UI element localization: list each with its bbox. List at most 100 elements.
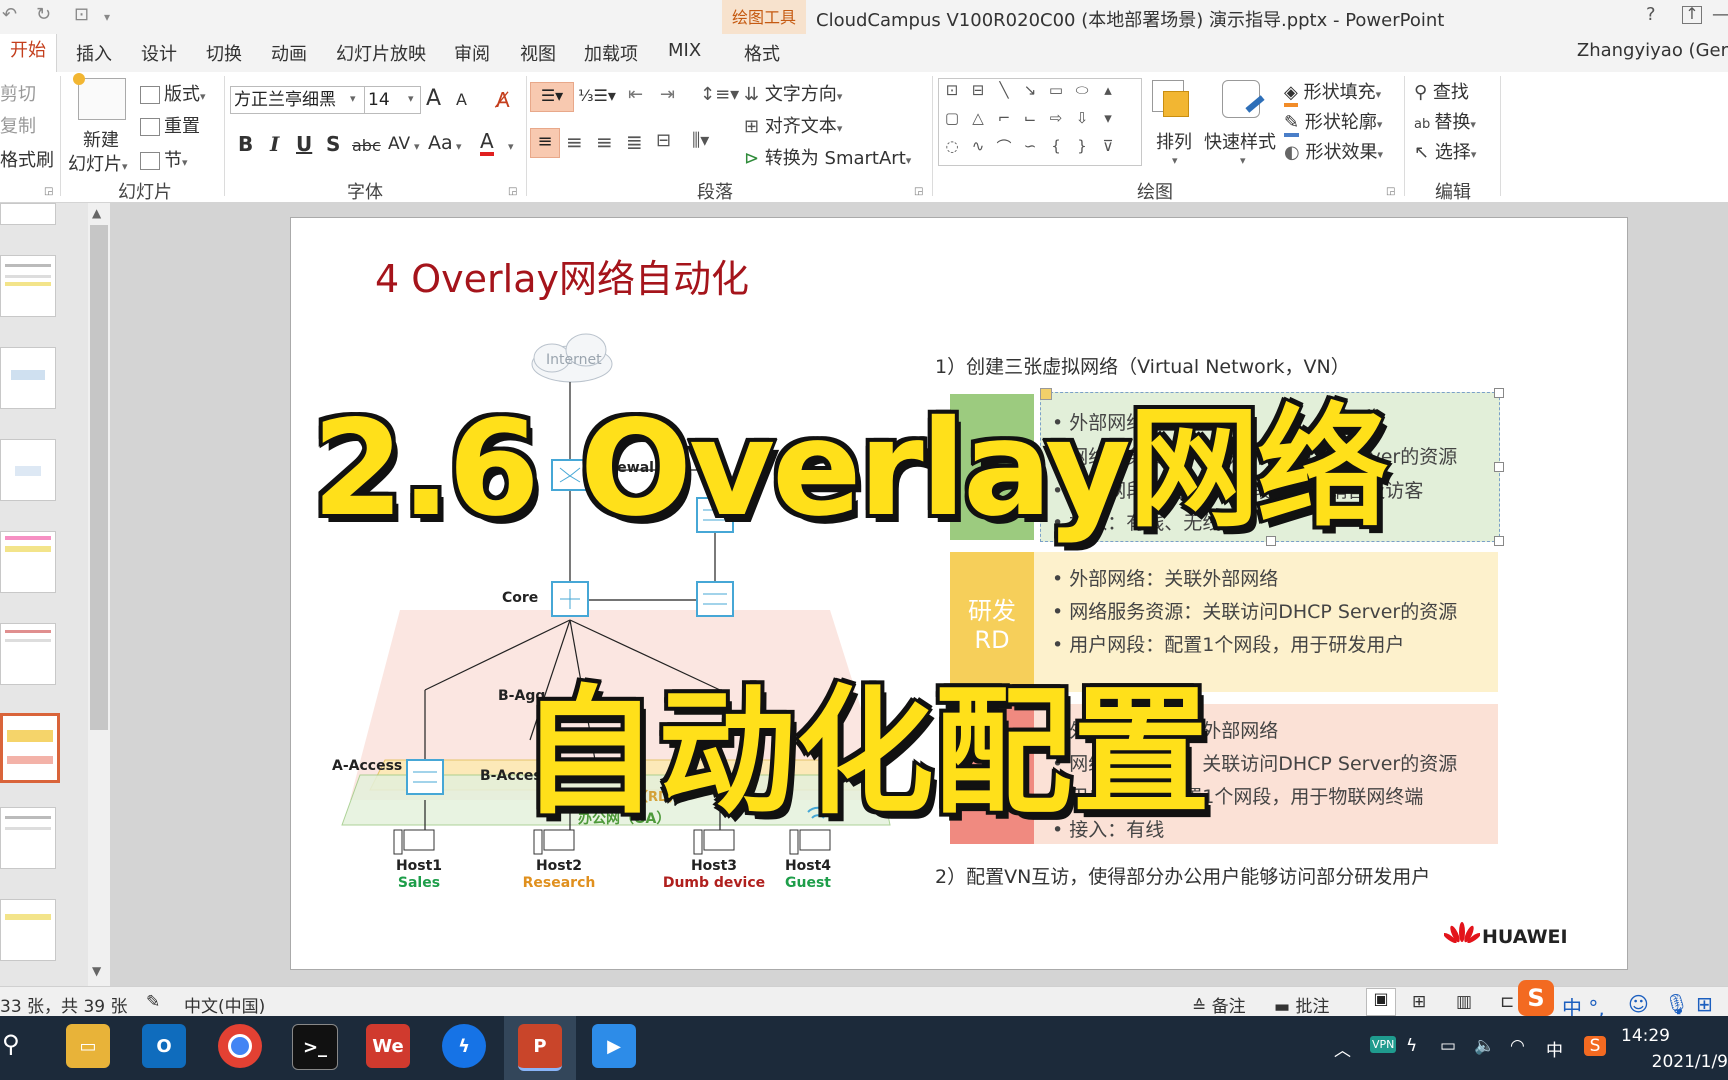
tab-home[interactable]: 开始 [0, 34, 57, 72]
selection-handle[interactable] [1494, 536, 1504, 546]
shrink-font-button[interactable]: A [456, 90, 467, 109]
slide-thumbnail[interactable] [0, 623, 56, 685]
tab-design[interactable]: 设计 [141, 40, 177, 66]
ime-tray-indicator[interactable]: 中 [1546, 1036, 1563, 1061]
emoji-icon[interactable]: ☺ [1628, 992, 1649, 1016]
selection-handle[interactable] [1494, 388, 1504, 398]
rectangle-shape-icon[interactable]: ▭ [1045, 79, 1067, 101]
user-account[interactable]: Zhangyiyao (Ger [1577, 40, 1728, 61]
clipboard-launcher-icon[interactable]: ◲ [44, 186, 53, 197]
slide-title[interactable]: 4 Overlay网络自动化 [375, 248, 749, 303]
ime-toolbox-icon[interactable]: ⊞ [1696, 992, 1713, 1016]
microphone-icon[interactable]: 🎙 [1664, 992, 1689, 1016]
quick-styles-icon[interactable] [1222, 80, 1265, 118]
columns-icon[interactable]: ⫼▾ [692, 130, 709, 151]
language-indicator[interactable]: 中文(中国) [184, 992, 265, 1017]
numbering-button[interactable]: ⅓☰▾ [578, 86, 616, 105]
align-right-icon[interactable]: ≡ [596, 130, 613, 154]
video-player-icon[interactable]: ▶ [592, 1024, 636, 1068]
shape-outline-button[interactable]: ✎ 形状轮廓▾ [1284, 108, 1382, 137]
clear-formatting-icon[interactable]: A̸ [496, 88, 510, 112]
dropdown-arrow-icon[interactable]: ▾ [1172, 154, 1178, 167]
tab-addins[interactable]: 加载项 [584, 40, 638, 66]
underline-button[interactable]: U [296, 132, 312, 156]
rounded-rect-shape-icon[interactable]: ▢ [941, 107, 963, 129]
down-arrow-shape-icon[interactable]: ⇩ [1071, 107, 1093, 129]
align-text-button[interactable]: ⊞ 对齐文本▾ [744, 112, 842, 138]
minimize-icon[interactable]: — [1712, 4, 1728, 25]
right-brace-shape-icon[interactable]: } [1071, 135, 1093, 157]
tab-slideshow[interactable]: 幻灯片放映 [336, 40, 426, 66]
dropdown-arrow-icon[interactable]: ▾ [1240, 154, 1246, 167]
thunder-tray-icon[interactable]: ϟ [1406, 1036, 1417, 1056]
increase-indent-icon[interactable]: ⇥ [660, 84, 675, 105]
grow-font-button[interactable]: A [426, 86, 441, 111]
scroll-up-icon[interactable]: ▲ [92, 206, 101, 220]
font-name-combobox[interactable]: 方正兰亭细黑 [230, 86, 367, 114]
copy-button[interactable]: 复制 [0, 112, 36, 138]
slide-thumbnail[interactable] [0, 439, 56, 501]
tab-insert[interactable]: 插入 [76, 40, 112, 66]
powerpoint-icon[interactable]: P [518, 1024, 562, 1071]
character-spacing-button[interactable]: AV [388, 134, 410, 154]
arrange-button[interactable]: 排列 [1156, 128, 1192, 154]
arc-shape-icon[interactable]: ⌒ [993, 135, 1015, 157]
scroll-down-icon[interactable]: ▼ [92, 964, 101, 978]
font-launcher-icon[interactable]: ◲ [508, 186, 517, 197]
redo-icon[interactable]: ↻ [36, 4, 51, 25]
new-slide-label[interactable]: 新建 [83, 126, 119, 152]
font-color-button[interactable]: A [480, 130, 494, 156]
format-painter-button[interactable]: 格式刷 [0, 146, 54, 172]
vpn-icon[interactable]: VPN [1370, 1036, 1397, 1053]
find-button[interactable]: ⚲ 查找 [1414, 78, 1469, 104]
tab-review[interactable]: 审阅 [454, 40, 490, 66]
volume-icon[interactable]: 🔈 [1474, 1036, 1495, 1056]
reset-button[interactable]: 重置 [140, 112, 200, 138]
scribble-shape-icon[interactable]: ∿ [967, 135, 989, 157]
cut-button[interactable]: 剪切 [0, 80, 36, 106]
slide-thumbnail[interactable] [0, 531, 56, 593]
wps-icon[interactable]: We [366, 1024, 410, 1068]
bullets-button[interactable]: ☰▾ [530, 82, 574, 112]
strikethrough-button[interactable]: abc [352, 136, 381, 155]
arrange-icon[interactable] [1152, 80, 1189, 117]
new-slide-icon[interactable] [73, 73, 126, 120]
step2-text[interactable]: 2）配置VN互访，使得部分办公用户能够访问部分研发用户 [935, 862, 1430, 889]
chrome-icon[interactable] [218, 1024, 262, 1068]
file-explorer-icon[interactable]: ▭ [66, 1024, 110, 1068]
elbow-arrow-shape-icon[interactable]: ⌙ [1019, 107, 1041, 129]
outlook-icon[interactable]: O [142, 1024, 186, 1068]
thunder-icon[interactable]: ϟ [442, 1024, 486, 1068]
align-left-button[interactable]: ≡ [530, 128, 560, 158]
justify-icon[interactable]: ≣ [626, 130, 643, 154]
notes-button[interactable]: ≙ 备注 [1192, 992, 1246, 1017]
change-case-button[interactable]: Aa [428, 132, 453, 154]
tab-animations[interactable]: 动画 [271, 40, 307, 66]
clock-date[interactable]: 2021/1/9 [1652, 1052, 1728, 1072]
clock-time[interactable]: 14:29 [1621, 1026, 1670, 1046]
selection-handle[interactable] [1494, 462, 1504, 472]
arrow-line-shape-icon[interactable]: ↘ [1019, 79, 1041, 101]
dropdown-arrow-icon[interactable]: ▾ [508, 140, 514, 153]
bold-button[interactable]: B [238, 132, 253, 156]
dropdown-arrow-icon[interactable]: ▾ [456, 140, 462, 153]
new-slide-dropdown[interactable]: 幻灯片▾ [68, 150, 128, 176]
search-icon[interactable]: ⚲ [2, 1030, 20, 1058]
triangle-shape-icon[interactable]: △ [967, 107, 989, 129]
tab-transitions[interactable]: 切换 [206, 40, 242, 66]
slide-counter[interactable]: 33 张，共 39 张 [0, 992, 127, 1017]
section-button[interactable]: 节▾ [140, 146, 188, 172]
textbox-shape-icon[interactable]: ⊡ [941, 79, 963, 101]
sogou-tray-icon[interactable]: S [1584, 1036, 1606, 1056]
oval-shape-icon[interactable]: ⬭ [1071, 79, 1093, 101]
quick-styles-button[interactable]: 快速样式 [1204, 128, 1276, 154]
start-from-beginning-icon[interactable]: ⊡ [74, 4, 89, 25]
shapes-gallery[interactable]: ⊡ ⊟ ╲ ↘ ▭ ⬭ ▴ ▢ △ ⌐ ⌙ ⇨ ⇩ ▾ ◌ ∿ ⌒ ∽ { } … [938, 78, 1142, 166]
customize-qat-icon[interactable]: ▾ [104, 10, 110, 24]
comments-button[interactable]: ▬ 批注 [1274, 992, 1329, 1017]
tray-overflow-icon[interactable]: ︿ [1334, 1036, 1351, 1061]
slide-sorter-view-icon[interactable]: ⊞ [1412, 992, 1426, 1012]
tab-format[interactable]: 格式 [744, 40, 780, 66]
right-arrow-shape-icon[interactable]: ⇨ [1045, 107, 1067, 129]
ribbon-display-options-icon[interactable]: ↑ [1682, 6, 1702, 24]
